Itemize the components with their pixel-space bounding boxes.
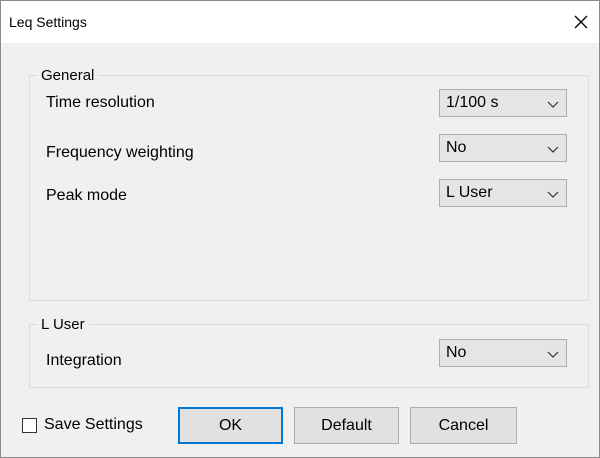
save-settings-label[interactable]: Save Settings bbox=[44, 415, 143, 435]
save-settings-checkbox[interactable] bbox=[22, 418, 37, 433]
chevron-down-icon bbox=[547, 101, 559, 108]
close-icon bbox=[574, 15, 588, 29]
integration-label: Integration bbox=[46, 352, 122, 369]
close-button[interactable] bbox=[566, 7, 596, 37]
peak-mode-value: L User bbox=[446, 184, 493, 201]
frequency-weighting-value: No bbox=[446, 139, 467, 156]
ok-button[interactable]: OK bbox=[178, 407, 283, 444]
chevron-down-icon bbox=[547, 351, 559, 358]
time-resolution-value: 1/100 s bbox=[446, 94, 499, 111]
chevron-down-icon bbox=[547, 146, 559, 153]
integration-select[interactable]: No bbox=[439, 339, 567, 367]
time-resolution-label: Time resolution bbox=[46, 94, 155, 111]
dialog-window: Leq Settings General Time resolution 1/1… bbox=[0, 0, 600, 458]
time-resolution-select[interactable]: 1/100 s bbox=[439, 89, 567, 117]
default-button[interactable]: Default bbox=[294, 407, 399, 444]
chevron-down-icon bbox=[547, 191, 559, 198]
peak-mode-label: Peak mode bbox=[46, 187, 127, 204]
window-title: Leq Settings bbox=[9, 14, 87, 30]
frequency-weighting-select[interactable]: No bbox=[439, 134, 567, 162]
title-bar: Leq Settings bbox=[1, 1, 599, 43]
integration-value: No bbox=[446, 344, 467, 361]
general-group-title: General bbox=[37, 67, 99, 85]
peak-mode-select[interactable]: L User bbox=[439, 179, 567, 207]
luser-group-title: L User bbox=[37, 316, 89, 334]
frequency-weighting-label: Frequency weighting bbox=[46, 144, 194, 161]
cancel-button[interactable]: Cancel bbox=[410, 407, 517, 444]
